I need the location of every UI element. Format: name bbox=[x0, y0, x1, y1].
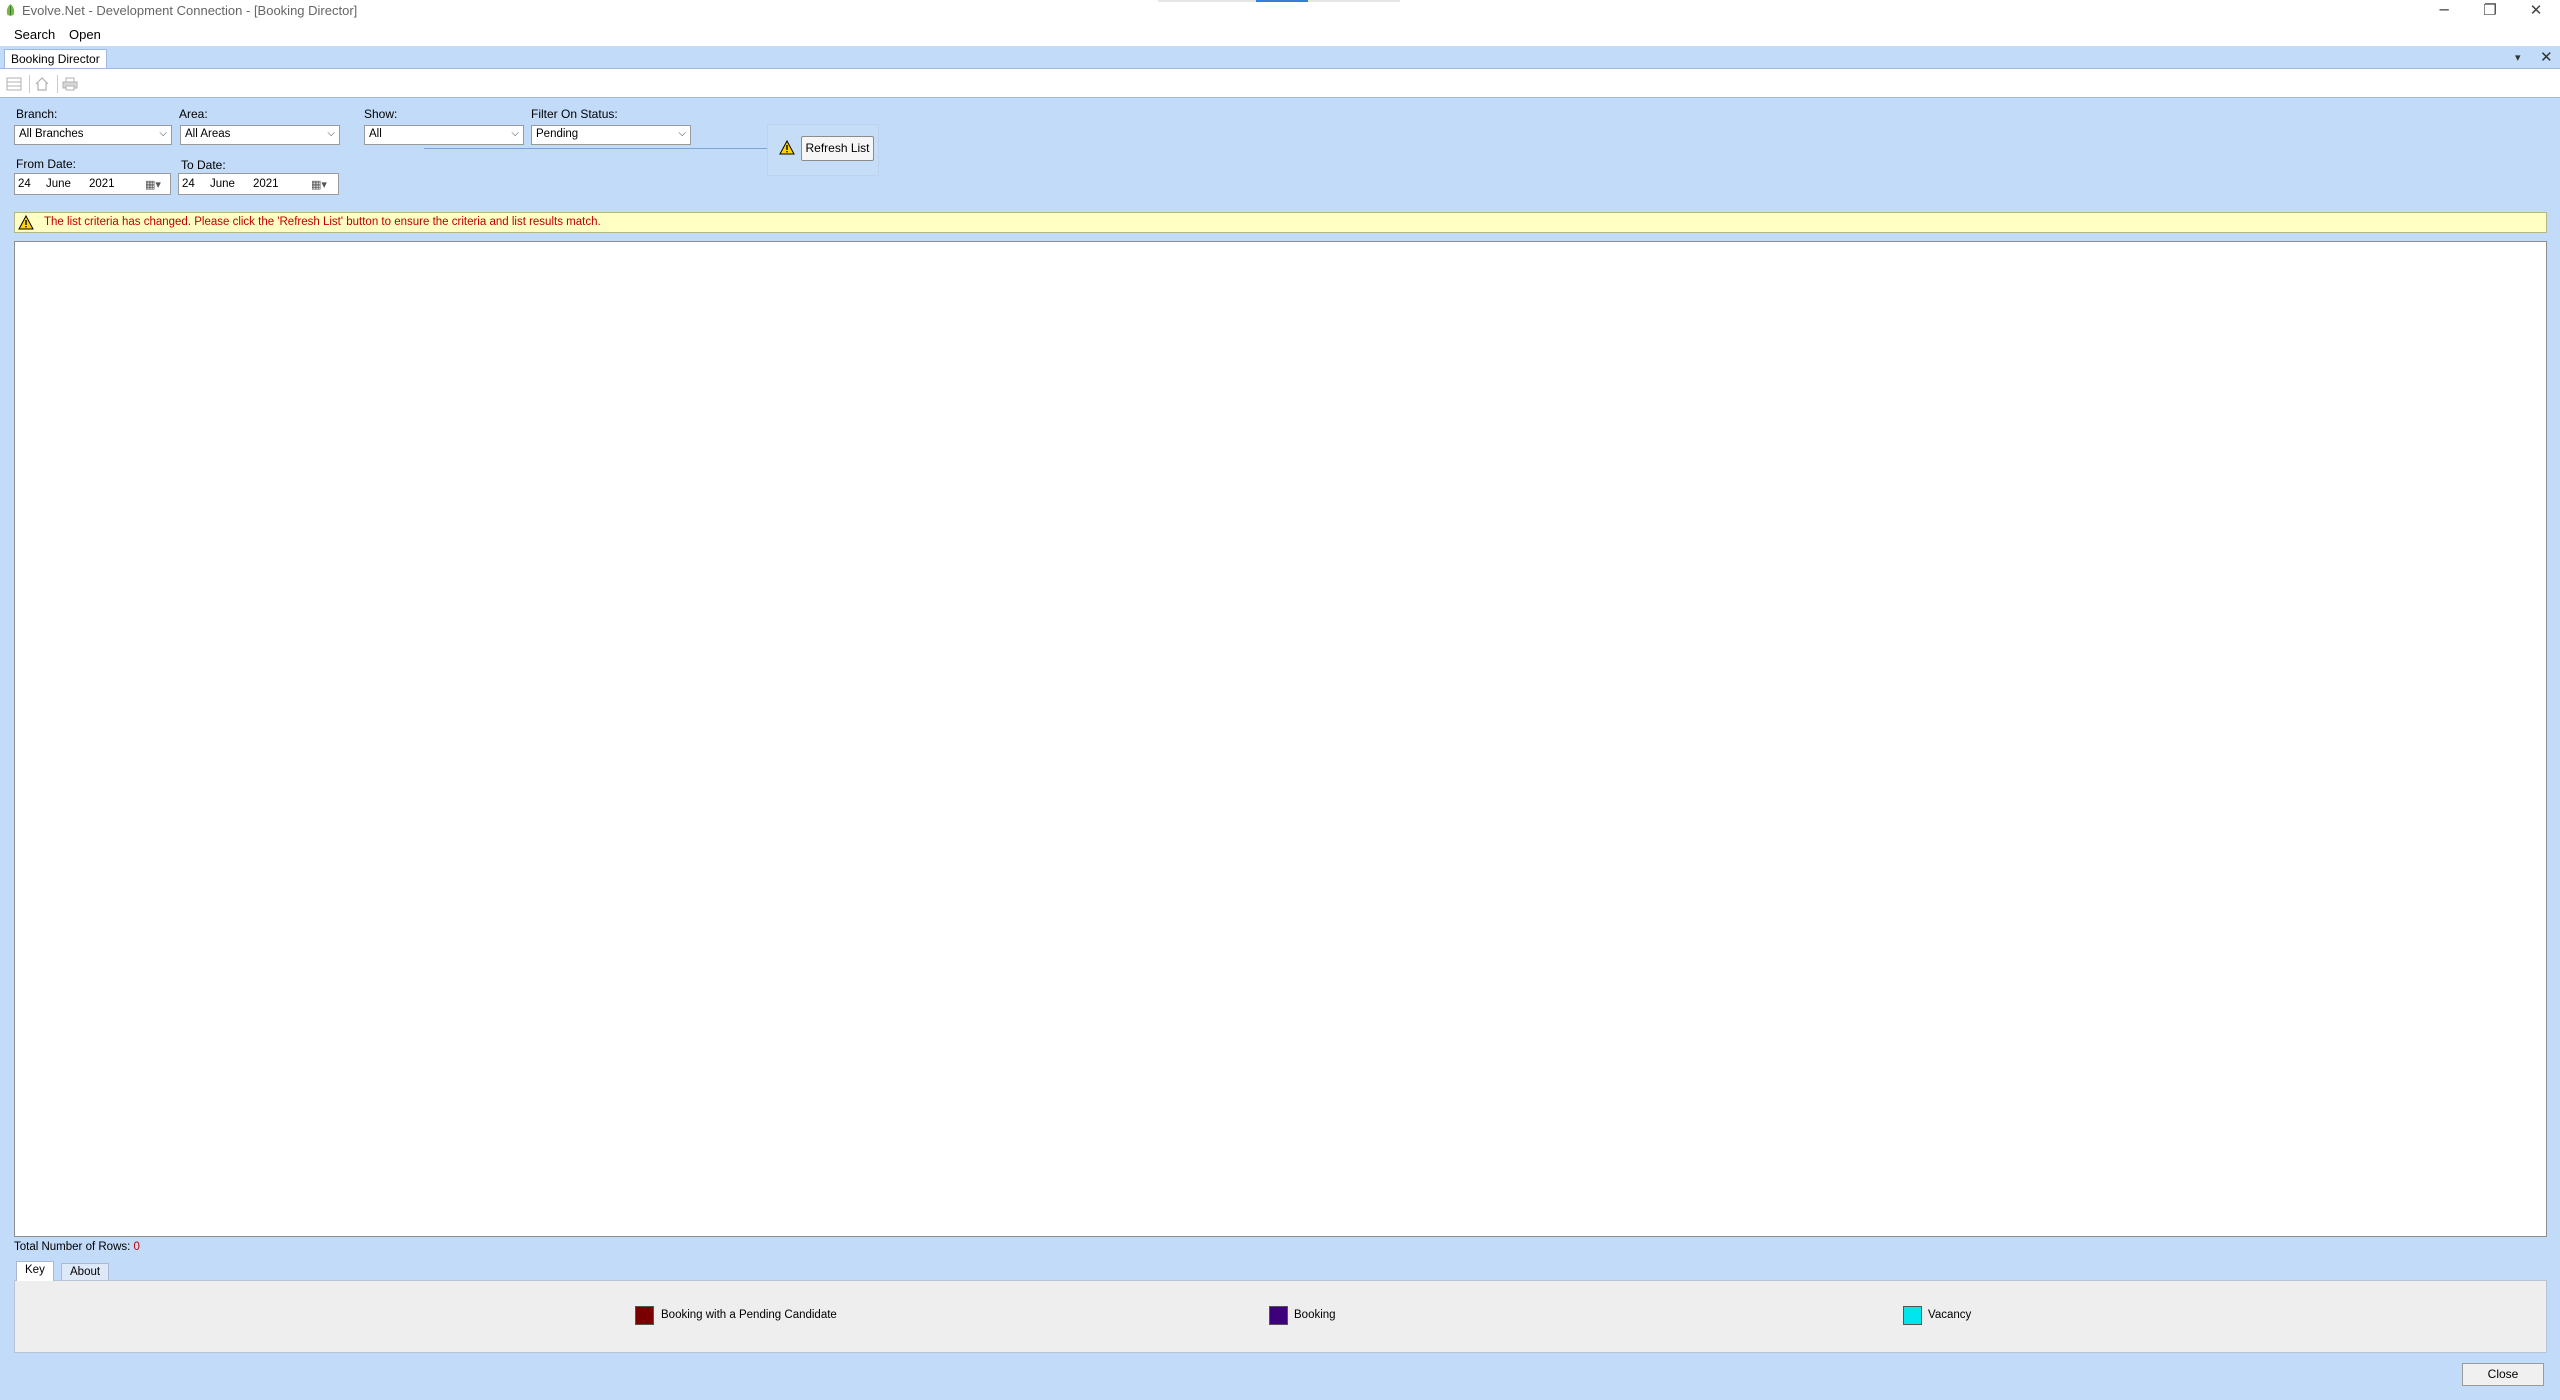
from-date-day[interactable]: 24 bbox=[18, 178, 31, 190]
status-filter-value: Pending bbox=[536, 128, 579, 140]
to-date-picker[interactable]: 24 June 2021 ▦▾ bbox=[178, 173, 339, 195]
app-logo-icon bbox=[6, 4, 15, 16]
title-accent-center bbox=[1256, 0, 1308, 2]
chevron-down-icon: ⌵ bbox=[678, 128, 686, 139]
from-date-month[interactable]: June bbox=[46, 178, 71, 190]
toolbar-separator bbox=[57, 75, 58, 93]
chevron-down-icon: ⌵ bbox=[327, 128, 335, 139]
title-accent-right bbox=[1308, 0, 1400, 2]
key-swatch-pending-candidate bbox=[635, 1306, 654, 1325]
area-label: Area: bbox=[179, 107, 208, 121]
home-icon[interactable] bbox=[34, 76, 50, 92]
key-label-booking: Booking bbox=[1294, 1309, 1336, 1321]
show-select-value: All bbox=[369, 128, 382, 140]
chevron-down-icon: ⌵ bbox=[159, 128, 167, 139]
close-document-icon[interactable]: ✕ bbox=[2540, 48, 2553, 66]
key-label-pending-candidate: Booking with a Pending Candidate bbox=[661, 1309, 837, 1321]
close-window-button[interactable]: ✕ bbox=[2516, 0, 2556, 22]
show-label: Show: bbox=[364, 107, 398, 121]
to-date-year[interactable]: 2021 bbox=[253, 178, 279, 190]
branch-label: Branch: bbox=[16, 107, 58, 121]
area-select-value: All Areas bbox=[185, 128, 231, 140]
show-select[interactable]: All ⌵ bbox=[364, 125, 524, 145]
criteria-warning-text: The list criteria has changed. Please cl… bbox=[44, 216, 601, 228]
warning-icon bbox=[18, 215, 34, 230]
calendar-icon[interactable]: ▦▾ bbox=[311, 178, 327, 191]
status-filter-label: Filter On Status: bbox=[531, 107, 618, 121]
warning-icon bbox=[779, 140, 795, 155]
window-title: Evolve.Net - Development Connection - [B… bbox=[22, 3, 358, 18]
to-date-label: To Date: bbox=[181, 158, 226, 172]
from-date-year[interactable]: 2021 bbox=[89, 178, 115, 190]
restore-button[interactable]: ❐ bbox=[2470, 0, 2510, 22]
from-date-label: From Date: bbox=[16, 157, 77, 171]
toolbar bbox=[0, 68, 2560, 98]
booking-list[interactable] bbox=[14, 241, 2547, 1237]
print-icon[interactable] bbox=[62, 76, 78, 92]
status-filter-select[interactable]: Pending ⌵ bbox=[531, 125, 691, 145]
from-date-picker[interactable]: 24 June 2021 ▦▾ bbox=[14, 173, 171, 195]
toolbar-separator bbox=[29, 75, 30, 93]
key-swatch-booking bbox=[1269, 1306, 1288, 1325]
grid-icon[interactable] bbox=[6, 76, 22, 92]
calendar-icon[interactable]: ▦▾ bbox=[145, 178, 161, 191]
minimize-button[interactable]: ─ bbox=[2424, 0, 2464, 22]
key-swatch-vacancy bbox=[1903, 1306, 1922, 1325]
branch-select[interactable]: All Branches ⌵ bbox=[14, 125, 172, 145]
menu-search[interactable]: Search bbox=[14, 27, 55, 42]
chevron-down-icon: ⌵ bbox=[511, 128, 519, 139]
branch-select-value: All Branches bbox=[19, 128, 84, 140]
key-label-vacancy: Vacancy bbox=[1928, 1309, 1972, 1321]
menu-bar: Search Open bbox=[0, 22, 2560, 46]
document-tab-booking-director[interactable]: Booking Director bbox=[4, 49, 107, 68]
total-rows-text: Total Number of Rows: bbox=[14, 1241, 131, 1253]
to-date-month[interactable]: June bbox=[210, 178, 235, 190]
menu-open[interactable]: Open bbox=[69, 27, 101, 42]
title-accent-left bbox=[1158, 0, 1256, 2]
to-date-day[interactable]: 24 bbox=[182, 178, 195, 190]
refresh-list-button[interactable]: Refresh List bbox=[801, 136, 874, 161]
title-bar: Evolve.Net - Development Connection - [B… bbox=[0, 0, 2560, 22]
total-rows-label: Total Number of Rows: 0 bbox=[14, 1241, 140, 1253]
total-rows-count: 0 bbox=[133, 1241, 140, 1253]
area-select[interactable]: All Areas ⌵ bbox=[180, 125, 340, 145]
close-button[interactable]: Close bbox=[2462, 1363, 2544, 1386]
filter-divider bbox=[424, 148, 768, 149]
chevron-down-icon[interactable]: ▾ bbox=[2515, 51, 2521, 64]
tab-key[interactable]: Key bbox=[16, 1261, 54, 1281]
